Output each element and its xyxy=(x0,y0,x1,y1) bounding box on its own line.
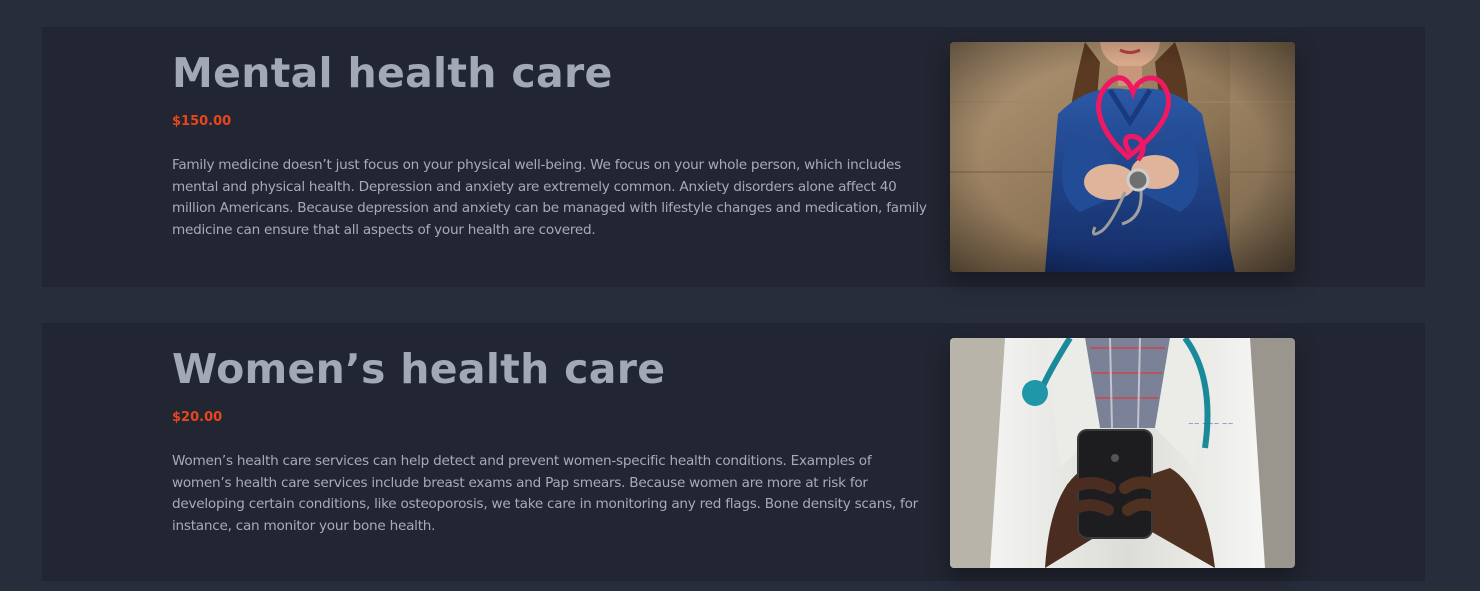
service-description: Family medicine doesn’t just focus on yo… xyxy=(172,157,927,239)
doctor-heart-stethoscope-image[interactable] xyxy=(950,42,1295,272)
svg-text:~~ ~~~ ~~: ~~ ~~~ ~~ xyxy=(1188,420,1234,428)
service-card-womens-health: Women’s health care $20.00 Women’s healt… xyxy=(42,323,1425,581)
service-title[interactable]: Mental health care xyxy=(172,49,613,97)
service-description: Women’s health care services can help de… xyxy=(172,453,918,535)
service-price: $150.00 xyxy=(172,114,232,129)
service-card-mental-health: Mental health care $150.00 Family medici… xyxy=(42,27,1425,287)
service-price: $20.00 xyxy=(172,410,223,425)
service-title[interactable]: Women’s health care xyxy=(172,345,665,393)
doctor-smartphone-image[interactable]: ~~ ~~~ ~~ xyxy=(950,338,1295,568)
